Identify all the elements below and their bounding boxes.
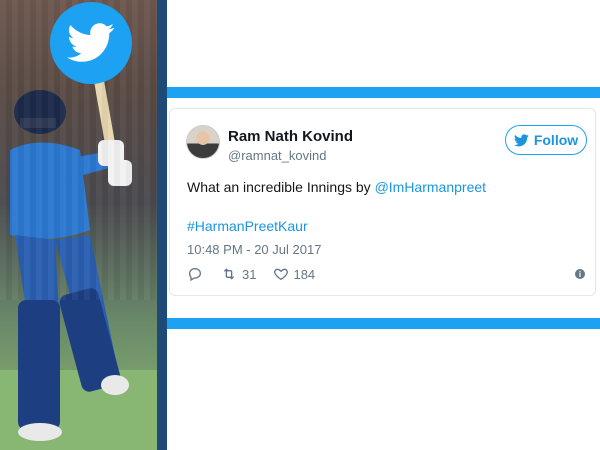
tweet-text-prefix: What an incredible Innings by: [187, 179, 375, 195]
author-name[interactable]: Ram Nath Kovind: [228, 128, 353, 145]
twitter-bird-icon: [67, 23, 115, 62]
vertical-divider: [157, 0, 167, 450]
tweet-timestamp[interactable]: 10:48 PM - 20 Jul 2017: [187, 242, 321, 257]
tweet-text: What an incredible Innings by @ImHarmanp…: [187, 179, 486, 195]
heart-icon: [274, 268, 289, 281]
retweet-button[interactable]: 31: [220, 266, 256, 282]
tweet-card: Ram Nath Kovind @ramnat_kovind Follow Wh…: [169, 108, 596, 296]
reply-button[interactable]: [187, 266, 203, 282]
author-handle[interactable]: @ramnat_kovind: [228, 148, 326, 163]
follow-label: Follow: [533, 132, 579, 148]
avatar[interactable]: [186, 125, 220, 159]
hashtag-link[interactable]: #HarmanPreetKaur: [187, 218, 308, 234]
follow-button[interactable]: Follow: [505, 125, 587, 155]
mention-link[interactable]: @ImHarmanpreet: [375, 179, 486, 195]
like-count: 184: [293, 266, 316, 282]
top-accent-bar: [167, 87, 600, 98]
retweet-count: 31: [242, 266, 257, 282]
tweet-actions: 31 184: [187, 266, 332, 282]
retweet-icon: [223, 268, 235, 280]
like-button[interactable]: 184: [273, 266, 315, 282]
bottom-accent-bar: [167, 318, 600, 329]
info-icon[interactable]: i: [575, 269, 585, 279]
reply-icon: [188, 267, 202, 282]
twitter-logo-badge: [50, 2, 132, 84]
twitter-bird-icon: [513, 133, 529, 146]
